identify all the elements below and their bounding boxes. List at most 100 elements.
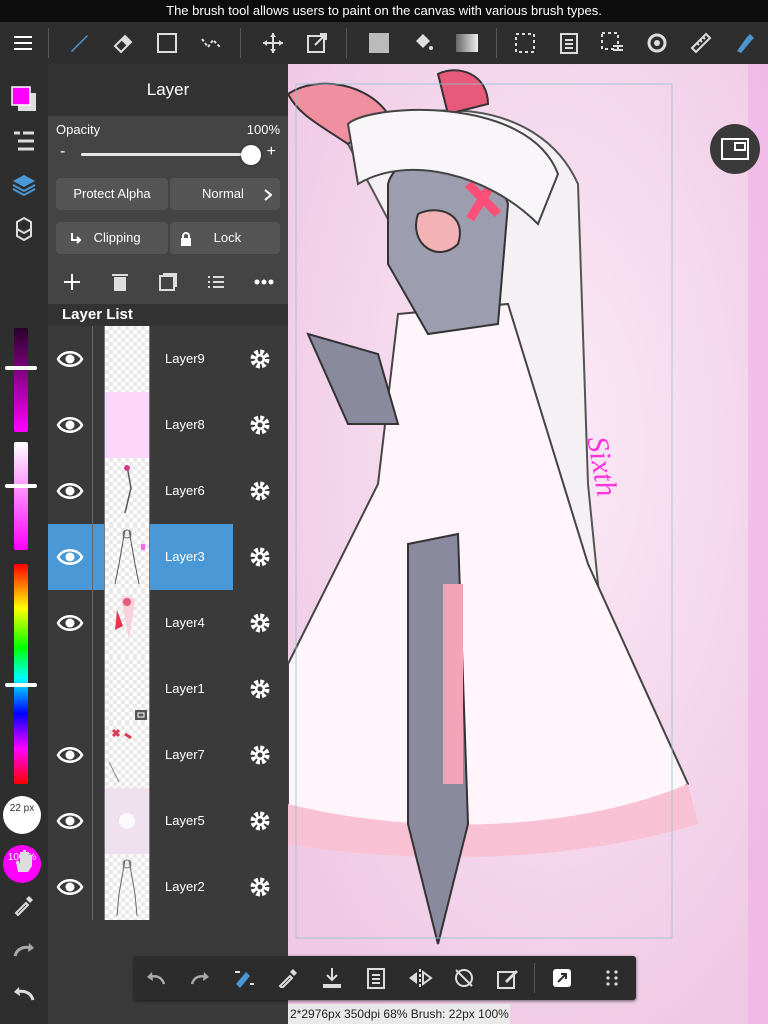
visibility-eye-icon[interactable]	[56, 480, 84, 502]
paste-icon[interactable]	[362, 964, 390, 992]
gear-icon[interactable]	[248, 743, 272, 767]
hue-slider[interactable]	[14, 564, 28, 784]
layer-row[interactable]: Layer3	[48, 524, 288, 590]
opacity-slider[interactable]	[81, 153, 251, 156]
layer-thumbnail	[104, 524, 150, 590]
opacity-label: Opacity	[56, 122, 101, 137]
select-all-icon[interactable]	[510, 28, 540, 58]
layer-name: Layer1	[165, 681, 205, 696]
layer-list-icon[interactable]	[202, 268, 230, 296]
layer-thumbnail	[104, 788, 150, 854]
saturation-slider[interactable]	[14, 442, 28, 550]
visibility-eye-icon[interactable]	[56, 876, 84, 898]
deselect-icon[interactable]	[598, 28, 628, 58]
brightness-knob[interactable]	[5, 366, 37, 370]
gear-icon[interactable]	[248, 677, 272, 701]
opacity-slider-thumb[interactable]	[241, 145, 261, 165]
more-options-icon[interactable]	[250, 268, 278, 296]
visibility-eye-icon[interactable]	[56, 546, 84, 568]
download-icon[interactable]	[318, 964, 346, 992]
layer-row[interactable]: Layer8	[48, 392, 288, 458]
fill-color-icon[interactable]	[364, 28, 394, 58]
edit-icon[interactable]	[494, 964, 522, 992]
redo-icon[interactable]	[186, 964, 214, 992]
clipping-button[interactable]: Clipping	[56, 222, 168, 254]
layer-thumbnail	[104, 722, 150, 788]
eyedropper-icon[interactable]	[274, 964, 302, 992]
stabilizer-brush-icon[interactable]	[230, 964, 258, 992]
visibility-eye-icon[interactable]	[56, 810, 84, 832]
visibility-eye-icon[interactable]	[56, 414, 84, 436]
menu-icon[interactable]	[8, 28, 38, 58]
layer-name: Layer3	[165, 549, 205, 564]
materials-icon[interactable]	[9, 214, 39, 244]
transform-tool-icon[interactable]	[302, 28, 332, 58]
brightness-slider[interactable]	[14, 328, 28, 432]
layer-thumbnail	[104, 590, 150, 656]
gear-icon[interactable]	[248, 611, 272, 635]
opacity-increase-button[interactable]: +	[267, 143, 276, 161]
color-swatch-icon[interactable]	[9, 84, 39, 114]
layer-row[interactable]: Layer6	[48, 458, 288, 524]
opacity-row: Opacity 100% - +	[48, 116, 288, 178]
layer-row[interactable]: Layer9	[48, 326, 288, 392]
reference-window-button[interactable]	[710, 124, 760, 174]
layer-row[interactable]: Layer1	[48, 656, 288, 722]
layer-name: Layer6	[165, 483, 205, 498]
opacity-decrease-button[interactable]: -	[60, 143, 65, 161]
hand-tool-icon[interactable]	[9, 846, 39, 876]
paste-icon[interactable]	[554, 28, 584, 58]
layer-row[interactable]: Layer4	[48, 590, 288, 656]
gear-icon[interactable]	[248, 347, 272, 371]
trash-icon[interactable]	[106, 268, 134, 296]
brush-size-button[interactable]: 22 px	[3, 796, 41, 834]
bucket-tool-icon[interactable]	[408, 28, 438, 58]
eraser-tool-icon[interactable]	[108, 28, 138, 58]
lasso-tool-icon[interactable]	[196, 28, 226, 58]
layer-list-header: Layer List	[48, 304, 288, 326]
gear-icon[interactable]	[248, 479, 272, 503]
protect-alpha-button[interactable]: Protect Alpha	[56, 178, 168, 210]
gear-icon[interactable]	[248, 413, 272, 437]
hue-knob[interactable]	[5, 683, 37, 687]
lock-button[interactable]: Lock	[170, 222, 280, 254]
visibility-eye-icon[interactable]	[56, 348, 84, 370]
layer-name: Layer7	[165, 747, 205, 762]
saturation-knob[interactable]	[5, 484, 37, 488]
redo-icon[interactable]	[9, 934, 39, 964]
blend-mode-button[interactable]: Normal	[170, 178, 280, 210]
fit-screen-icon[interactable]	[548, 964, 576, 992]
select-rect-tool-icon[interactable]	[152, 28, 182, 58]
list-view-icon[interactable]	[9, 126, 39, 156]
layer-image-icon[interactable]	[154, 268, 182, 296]
lock-label: Lock	[213, 230, 242, 245]
layer-row[interactable]: Layer7	[48, 722, 288, 788]
pen-settings-icon[interactable]	[730, 28, 760, 58]
brush-tool-icon[interactable]	[64, 28, 94, 58]
gradient-tool-icon[interactable]	[452, 28, 482, 58]
grid-menu-icon[interactable]	[598, 964, 626, 992]
eyedropper-icon[interactable]	[9, 890, 39, 920]
visibility-eye-icon[interactable]	[56, 612, 84, 634]
layer-name: Layer5	[165, 813, 205, 828]
left-tool-strip: 22 px 100 %	[0, 64, 48, 1024]
layer-name: Layer2	[165, 879, 205, 894]
rotate-canvas-icon[interactable]	[642, 28, 672, 58]
gear-icon[interactable]	[248, 875, 272, 899]
visibility-eye-icon[interactable]	[56, 744, 84, 766]
move-tool-icon[interactable]	[258, 28, 288, 58]
gear-icon[interactable]	[248, 809, 272, 833]
layer-row[interactable]: Layer2	[48, 854, 288, 920]
ruler-icon[interactable]	[686, 28, 716, 58]
layer-name: Layer9	[165, 351, 205, 366]
add-layer-icon[interactable]	[58, 268, 86, 296]
layer-thumbnail	[104, 854, 150, 920]
layers-icon[interactable]	[9, 170, 39, 200]
undo-icon[interactable]	[9, 978, 39, 1008]
gear-icon[interactable]	[248, 545, 272, 569]
snap-off-icon[interactable]	[450, 964, 478, 992]
layer-row[interactable]: Layer5	[48, 788, 288, 854]
drawing-canvas[interactable]: Sixth	[288, 64, 768, 1024]
flip-horizontal-icon[interactable]	[406, 964, 434, 992]
undo-icon[interactable]	[142, 964, 170, 992]
